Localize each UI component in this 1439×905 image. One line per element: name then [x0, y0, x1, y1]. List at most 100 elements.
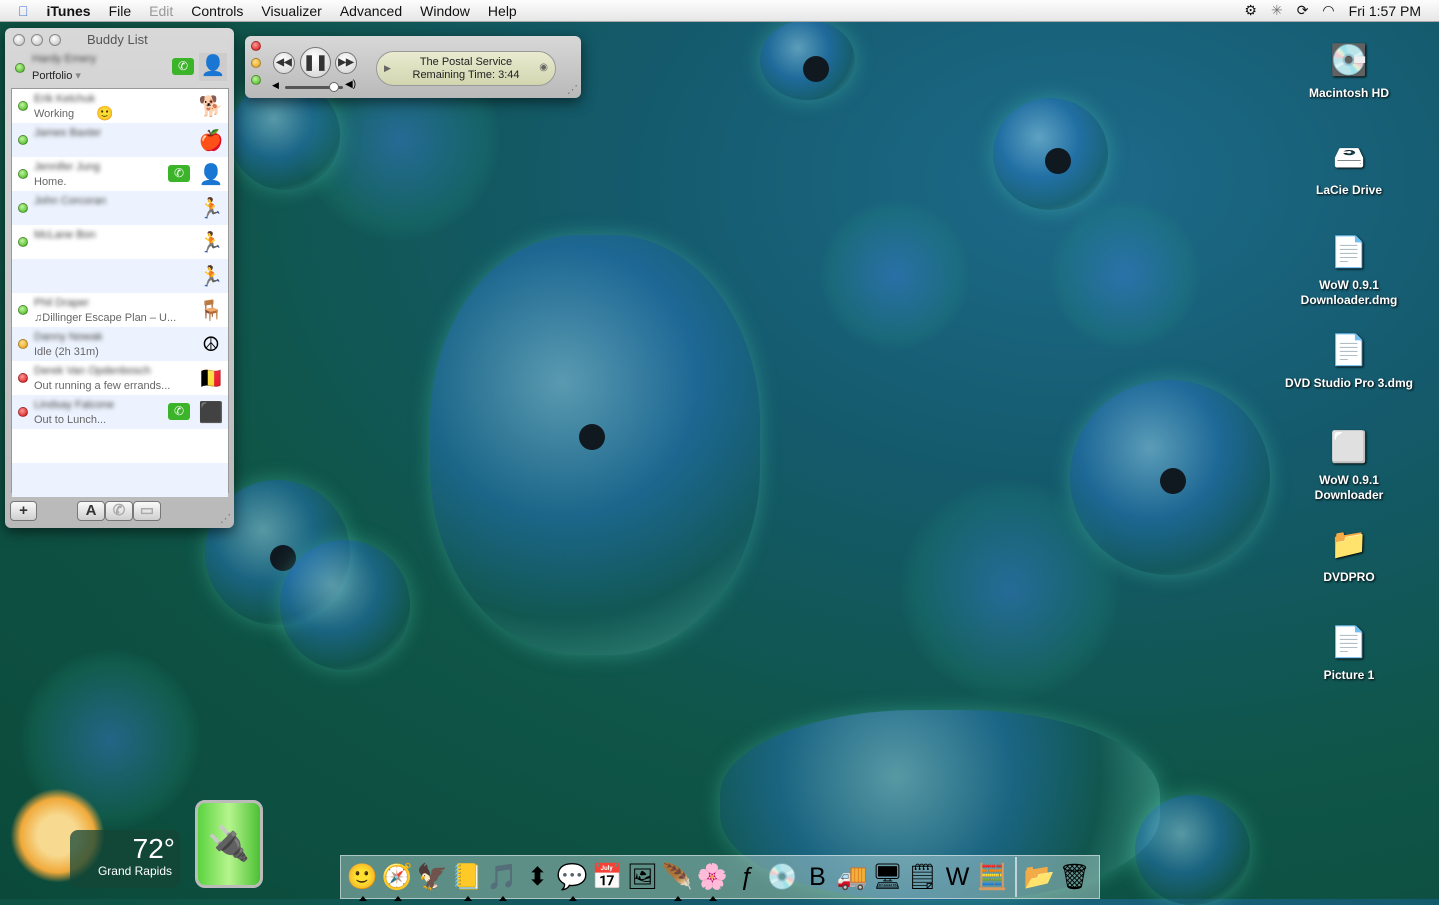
lcd-snapback-icon[interactable]: ◉: [539, 61, 548, 74]
desktop-icon-label: Picture 1: [1323, 668, 1375, 682]
dock-preview-icon[interactable]: 🖼: [625, 859, 660, 895]
buddy-row[interactable]: Derek Van Opdenbosch Out running a few er…: [12, 361, 228, 395]
buddy-name: James Baxter: [34, 127, 102, 139]
close-button[interactable]: [13, 34, 25, 46]
minimize-button[interactable]: [251, 58, 261, 68]
itunes-mini-player: ◀◀ ❚❚ ▶▶ ◀ ◀) ▶ The Postal Service Remai…: [245, 36, 581, 98]
phone-icon[interactable]: ✆: [168, 403, 190, 420]
dock-bbedit-icon[interactable]: B: [800, 859, 835, 895]
buddy-row[interactable]: Danny Nowak Idle (2h 31m) ☮: [12, 327, 228, 361]
status-dot: [18, 203, 28, 213]
sync-icon[interactable]: ⟳: [1297, 2, 1309, 19]
desktop-icon-label: WoW 0.9.1 Downloader.dmg: [1300, 278, 1398, 307]
buddy-row[interactable]: Jennifer Jung Home. ✆ 👤: [12, 157, 228, 191]
phone-icon[interactable]: ✆: [168, 165, 190, 182]
my-avatar[interactable]: 👤: [199, 53, 227, 81]
buddy-name: Erik Kelchuk: [34, 93, 96, 105]
resize-handle[interactable]: ⋰: [567, 83, 578, 96]
next-button[interactable]: ▶▶: [335, 52, 357, 74]
status-dot: [18, 237, 28, 247]
add-buddy-button[interactable]: +: [10, 501, 37, 521]
wow-0-9-1-downloader-icon: ⬜: [1330, 430, 1368, 464]
dock-ichat-icon[interactable]: 💬: [555, 859, 590, 901]
dock-dvd-player-icon[interactable]: 💿: [765, 859, 800, 895]
buddy-row[interactable]: James Baxter 🍎: [12, 123, 228, 157]
dock-ical-icon[interactable]: 📅: [590, 859, 625, 895]
buddy-row[interactable]: Phil Draper ♫Dillinger Escape Plan – U...…: [12, 293, 228, 327]
dock-flower-app-icon[interactable]: 🌸: [695, 859, 730, 901]
now-playing-display[interactable]: ▶ The Postal Service Remaining Time: 3:4…: [376, 51, 556, 86]
temperature: 72°: [132, 833, 175, 864]
buddy-name: Lindsay Falcone: [34, 399, 115, 411]
dock-classic-icon[interactable]: 🖥: [870, 859, 905, 895]
buddy-row[interactable]: Lindsay Falcone Out to Lunch... ✆ ⬛: [12, 395, 228, 429]
menu-advanced[interactable]: Advanced: [331, 3, 411, 19]
text-chat-button[interactable]: A: [77, 501, 105, 521]
menu-file[interactable]: File: [100, 3, 141, 19]
desktop-icon[interactable]: 📄 Picture 1: [1284, 620, 1414, 683]
dock-applications-folder-icon[interactable]: 📂: [1022, 859, 1057, 895]
zoom-button[interactable]: [251, 75, 261, 85]
buddy-row[interactable]: McLane Bon 🏃: [12, 225, 228, 259]
menu-help[interactable]: Help: [479, 3, 526, 19]
previous-button[interactable]: ◀◀: [273, 52, 295, 74]
buddy-row[interactable]: John Corcoran 🏃: [12, 191, 228, 225]
dock-transfer-icon[interactable]: ⬍: [520, 859, 555, 895]
menu-visualizer[interactable]: Visualizer: [252, 3, 330, 19]
apple-menu-icon[interactable]: : [0, 3, 38, 19]
menu-app-itunes[interactable]: iTunes: [38, 3, 100, 19]
buddy-name: Derek Van Opdenbosch: [34, 365, 151, 377]
dock-address-book-icon[interactable]: 📒: [450, 859, 485, 901]
bluetooth-icon[interactable]: ✳: [1271, 2, 1283, 19]
status-dot: [18, 373, 28, 383]
zoom-button[interactable]: [49, 34, 61, 46]
dock-safari-icon[interactable]: 🧭: [380, 859, 415, 901]
status-dot: [18, 407, 28, 417]
audio-chat-button[interactable]: ✆: [105, 501, 133, 521]
minimize-button[interactable]: [31, 34, 43, 46]
resize-handle[interactable]: ⋰: [220, 512, 231, 525]
dock-painter-icon[interactable]: 🪶: [660, 859, 695, 901]
volume-knob[interactable]: [329, 82, 340, 92]
buddy-icon: ⬛: [198, 401, 224, 424]
dock-finder-icon[interactable]: 🙂: [345, 859, 380, 901]
desktop-icon[interactable]: 📄 WoW 0.9.1 Downloader.dmg: [1284, 230, 1414, 308]
phone-icon[interactable]: ✆: [172, 58, 194, 75]
smiley-icon: 🙂: [96, 105, 114, 121]
desktop-icon-label: LaCie Drive: [1315, 183, 1383, 197]
menu-clock[interactable]: Fri 1:57 PM: [1349, 3, 1421, 19]
dock-mail-icon[interactable]: 🦅: [415, 859, 450, 895]
menu-controls[interactable]: Controls: [182, 3, 252, 19]
wallpaper-bubble: [1135, 795, 1250, 905]
dock-calculator-icon[interactable]: 🧮: [975, 859, 1010, 895]
dock-transmit-icon[interactable]: 🚚: [835, 859, 870, 895]
my-status-popup[interactable]: Portfolio ▾: [32, 69, 81, 82]
gear-icon[interactable]: ⚙: [1244, 2, 1257, 19]
pause-button[interactable]: ❚❚: [300, 47, 331, 78]
dock-itunes-icon[interactable]: 🎵: [485, 859, 520, 901]
desktop-icon[interactable]: ⬜ WoW 0.9.1 Downloader: [1284, 425, 1414, 503]
lcd-left-arrow[interactable]: ▶: [384, 62, 391, 75]
dock-word-icon[interactable]: W: [940, 859, 975, 895]
dock-flash-icon[interactable]: ƒ: [730, 859, 765, 895]
buddy-icon: 🇧🇪: [198, 367, 224, 390]
desktop-icon[interactable]: 📄 DVD Studio Pro 3.dmg: [1284, 328, 1414, 391]
wifi-icon[interactable]: ◠: [1322, 2, 1334, 19]
desktop-icon[interactable]: 💽 Macintosh HD: [1284, 38, 1414, 101]
video-chat-button[interactable]: ▭: [133, 501, 161, 521]
dock-trash-icon[interactable]: 🗑: [1057, 859, 1092, 895]
menu-edit[interactable]: Edit: [140, 3, 182, 19]
buddy-row[interactable]: Erik Kelchuk Working 🙂 🐕: [12, 89, 228, 123]
menu-window[interactable]: Window: [411, 3, 479, 19]
battery-widget[interactable]: 🔌: [195, 800, 263, 888]
empty-row: [12, 429, 228, 463]
desktop-icon[interactable]: 📁 DVDPRO: [1284, 522, 1414, 585]
desktop-icon-label: DVD Studio Pro 3.dmg: [1284, 376, 1413, 390]
close-button[interactable]: [251, 41, 261, 51]
desktop-icon[interactable]: 🖴 LaCie Drive: [1284, 135, 1414, 198]
buddy-row[interactable]: 🏃: [12, 259, 228, 293]
weather-widget[interactable]: 72° Grand Rapids: [10, 788, 185, 893]
volume-slider[interactable]: [285, 82, 343, 92]
dock-stickies-icon[interactable]: 🗒: [905, 859, 940, 895]
lacie-drive-icon: 🖴: [1333, 140, 1365, 174]
